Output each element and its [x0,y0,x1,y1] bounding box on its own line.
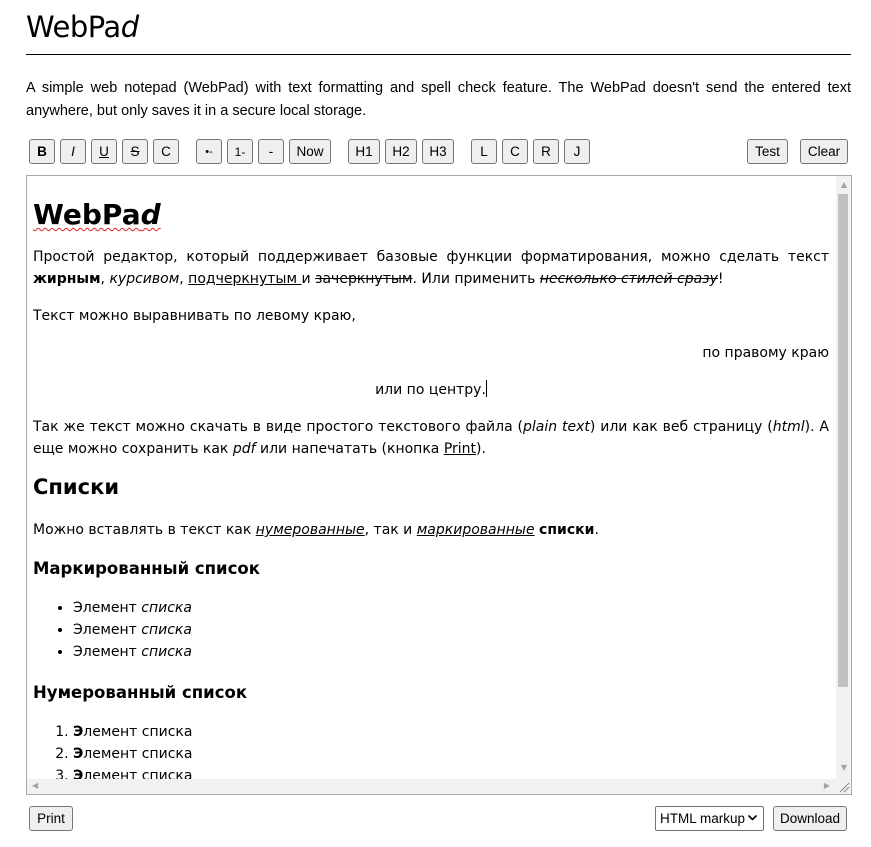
clear-format-button[interactable]: C [153,139,179,164]
app-title-italic: d [120,10,139,44]
align-right-button[interactable]: R [533,139,559,164]
clear-button[interactable]: Clear [800,139,848,164]
bulleted-list: Элемент списка Элемент списка Элемент сп… [33,597,192,663]
bold-button[interactable]: B [29,139,55,164]
horizontal-scrollbar[interactable] [27,779,836,794]
heading1-button[interactable]: H1 [348,139,380,164]
paragraph-lists: Можно вставлять в текст как нумерованные… [33,522,599,538]
text-cursor [485,380,487,397]
numbered-list-button[interactable]: 1- [227,139,253,164]
align-left-button[interactable]: L [471,139,497,164]
horizontal-rule-button[interactable]: - [258,139,284,164]
list-item: Элемент списка [73,641,192,663]
test-button[interactable]: Test [747,139,788,164]
doc-heading-main: WebPa [33,198,141,231]
editor-area[interactable]: WebPad Простой редактор, который поддерж… [26,175,852,795]
strikethrough-button[interactable]: S [122,139,148,164]
list-item: Элемент списка [73,721,192,743]
bulleted-list-button[interactable]: •- [196,139,222,164]
italic-button[interactable]: I [60,139,86,164]
align-center-button[interactable]: C [502,139,528,164]
vertical-scrollbar-thumb[interactable] [838,194,848,687]
list-item: Элемент списка [73,619,192,641]
app-description: A simple web notepad (WebPad) with text … [26,80,851,119]
list-item: Элемент списка [73,743,192,765]
download-button[interactable]: Download [773,806,847,831]
numbered-list-heading: Нумерованный список [33,683,248,702]
app-title-main: WebPa [26,10,121,44]
bulleted-list-heading: Маркированный список [33,559,260,578]
paragraph-center: или по центру. [375,380,487,398]
doc-heading-italic: d [140,198,161,231]
resize-handle-icon[interactable] [836,779,851,794]
doc-heading: WebPad [33,198,161,232]
paragraph-formatting: Простой редактор, который поддерживает б… [33,249,829,287]
insert-now-button[interactable]: Now [289,139,331,164]
heading2-button[interactable]: H2 [385,139,417,164]
print-button[interactable]: Print [29,806,73,831]
spellcheck-word: WebPad [33,198,161,231]
justify-button[interactable]: J [564,139,590,164]
scroll-up-icon[interactable]: ▲ [841,181,847,189]
export-format-value: HTML markup [660,811,746,826]
paragraph-right: по правому краю [702,345,829,361]
heading3-button[interactable]: H3 [422,139,454,164]
scroll-down-icon[interactable]: ▼ [841,764,847,772]
app-title: WebPad [26,10,139,44]
paragraph-export: Так же текст можно скачать в виде просто… [33,419,829,457]
list-item: Элемент списка [73,597,192,619]
chevron-down-icon [747,812,758,826]
title-divider [26,54,851,55]
scroll-right-icon[interactable]: ▶ [824,782,830,790]
numbered-list: Элемент списка Элемент списка Элемент сп… [33,721,192,787]
export-format-select[interactable]: HTML markup [655,806,764,831]
underline-button[interactable]: U [91,139,117,164]
scroll-left-icon[interactable]: ◀ [32,782,38,790]
lists-heading: Списки [33,475,120,499]
paragraph-left: Текст можно выравнивать по левому краю, [33,308,356,324]
